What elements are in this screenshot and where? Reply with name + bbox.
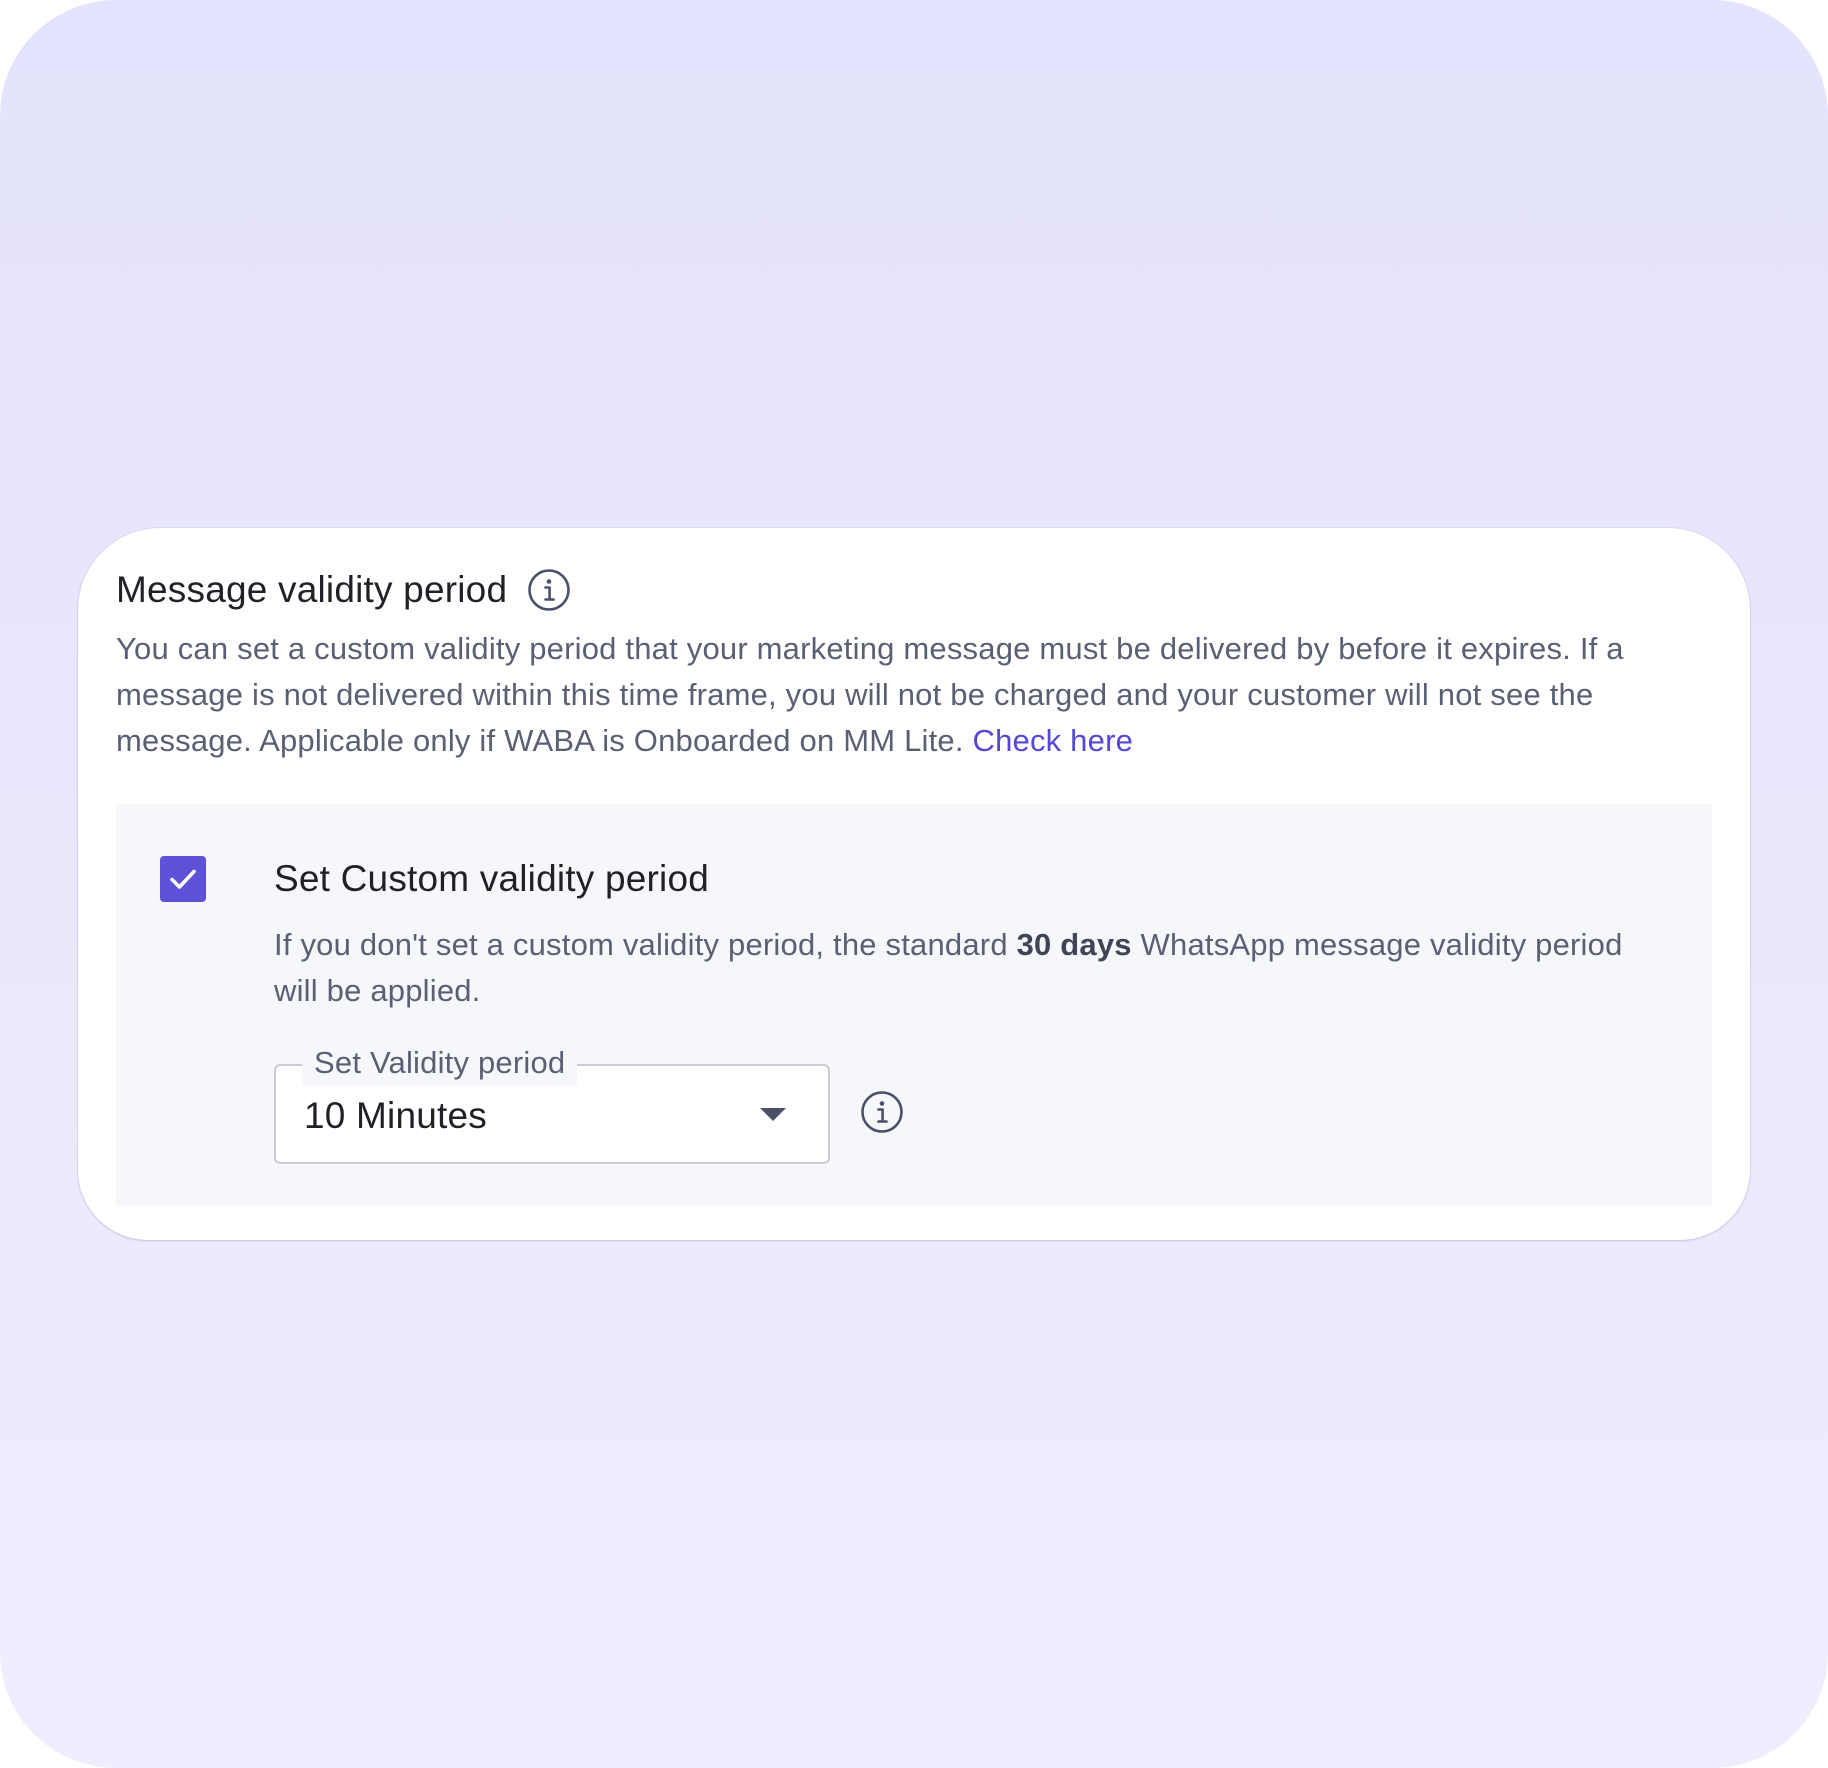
validity-period-legend: Set Validity period (302, 1040, 578, 1088)
info-icon[interactable] (527, 568, 571, 612)
validity-period-select[interactable]: Set Validity period 10 Minutes (274, 1040, 830, 1164)
check-here-link[interactable]: Check here (973, 723, 1134, 758)
validity-settings-card: Message validity period You can set a cu… (78, 528, 1750, 1240)
validity-period-value: 10 Minutes (304, 1095, 487, 1136)
checkmark-icon (170, 869, 196, 889)
section-description: You can set a custom validity period tha… (116, 626, 1736, 764)
hint-default-days: 30 days (1016, 927, 1132, 962)
hint-text-before: If you don't set a custom validity perio… (274, 927, 1017, 962)
custom-validity-panel: Set Custom validity period If you don't … (116, 804, 1712, 1206)
page-background: Message validity period You can set a cu… (0, 0, 1828, 1768)
caret-down-icon (760, 1108, 786, 1121)
section-title: Message validity period (116, 569, 508, 610)
validity-info-icon[interactable] (860, 1090, 904, 1134)
section-header: Message validity period (116, 568, 571, 612)
custom-validity-hint: If you don't set a custom validity perio… (274, 922, 1674, 1014)
custom-validity-checkbox[interactable] (160, 856, 206, 902)
custom-validity-label[interactable]: Set Custom validity period (274, 856, 709, 902)
description-text: You can set a custom validity period tha… (116, 631, 1624, 758)
